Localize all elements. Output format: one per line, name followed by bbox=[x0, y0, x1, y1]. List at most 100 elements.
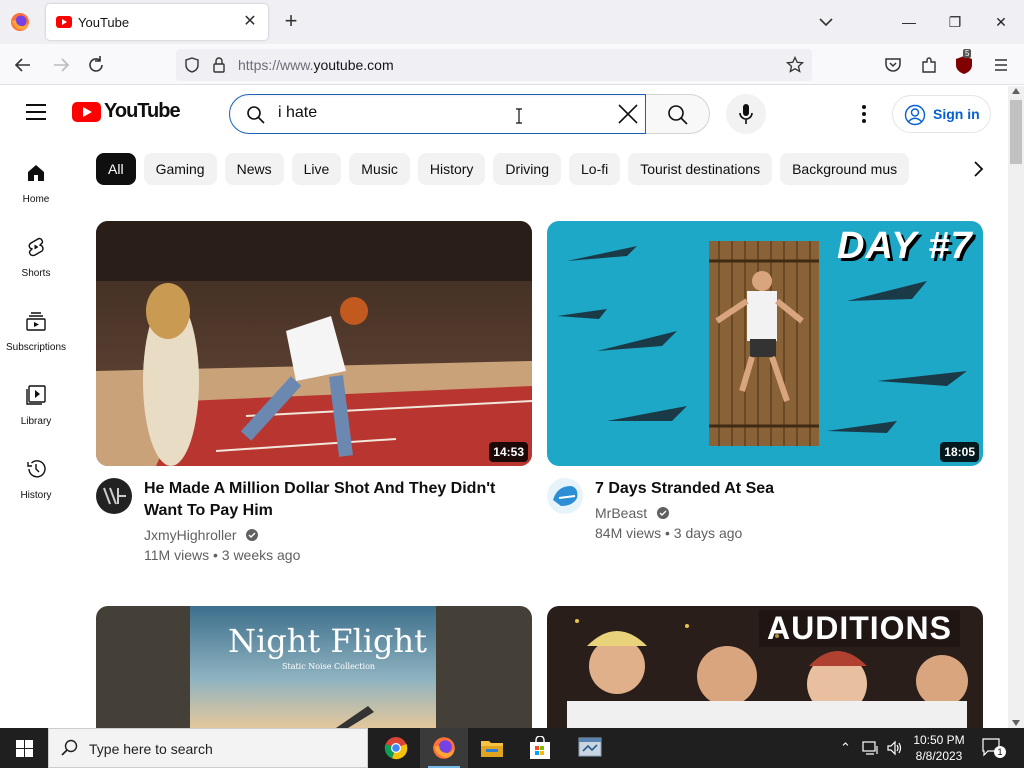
browser-tab-strip: YouTube ✕ + — ❐ ✕ bbox=[0, 0, 1024, 44]
sidebar-item-home[interactable]: Home bbox=[0, 142, 72, 216]
list-all-tabs-icon[interactable] bbox=[816, 12, 836, 32]
search-input[interactable]: i hate bbox=[229, 94, 646, 134]
clock-time: 10:50 PM bbox=[913, 733, 965, 747]
chip-history[interactable]: History bbox=[417, 153, 486, 185]
close-window-button[interactable]: ✕ bbox=[978, 6, 1024, 38]
url-text[interactable]: https://www.youtube.com bbox=[238, 57, 394, 73]
video-duration: 18:05 bbox=[940, 442, 979, 462]
address-bar[interactable]: https://www.youtube.com bbox=[176, 49, 812, 81]
video-thumbnail[interactable]: DAY #7 18:05 bbox=[547, 221, 983, 466]
video-metadata: 11M views • 3 weeks ago bbox=[144, 547, 301, 563]
app-menu-icon[interactable] bbox=[990, 54, 1012, 76]
firefox-logo-icon[interactable] bbox=[10, 12, 30, 32]
folder-icon bbox=[481, 741, 503, 757]
chip-news[interactable]: News bbox=[224, 153, 284, 185]
verified-badge-icon bbox=[657, 507, 670, 519]
verified-badge-icon bbox=[246, 529, 259, 541]
back-arrow-icon[interactable] bbox=[12, 54, 34, 76]
volume-icon[interactable] bbox=[886, 740, 904, 756]
sidebar-item-subscriptions[interactable]: Subscriptions bbox=[0, 290, 72, 364]
taskbar-clock[interactable]: 10:50 PM 8/8/2023 bbox=[904, 732, 974, 764]
channel-name[interactable]: MrBeast bbox=[595, 505, 670, 521]
history-icon bbox=[27, 460, 46, 478]
notification-count: 1 bbox=[994, 746, 1006, 758]
taskbar-app-chrome[interactable] bbox=[372, 728, 420, 768]
sidebar-item-label: Library bbox=[20, 416, 52, 427]
sidebar-item-library[interactable]: Library bbox=[0, 364, 72, 438]
show-hidden-icons-icon[interactable]: ⌃ bbox=[840, 740, 851, 756]
new-tab-button[interactable]: + bbox=[280, 10, 302, 34]
reload-icon[interactable] bbox=[85, 54, 107, 76]
channel-avatar[interactable] bbox=[547, 478, 583, 514]
chip-fade-overlay bbox=[920, 153, 966, 185]
chip-driving[interactable]: Driving bbox=[493, 153, 561, 185]
firefox-taskbar-icon bbox=[433, 737, 455, 759]
sidebar-item-history[interactable]: History bbox=[0, 438, 72, 512]
video-title[interactable]: He Made A Million Dollar Shot And They D… bbox=[144, 478, 524, 522]
bookmark-star-icon[interactable] bbox=[786, 56, 804, 74]
pocket-icon[interactable] bbox=[882, 54, 904, 76]
chip-music[interactable]: Music bbox=[349, 153, 410, 185]
ublock-extension-button[interactable]: 5 bbox=[955, 49, 973, 75]
sidebar-item-label: History bbox=[20, 490, 52, 501]
chevron-right-icon[interactable] bbox=[966, 157, 990, 181]
video-thumbnail[interactable]: Night Flight Static Noise Collection bbox=[96, 606, 532, 728]
taskbar-app-file-explorer[interactable] bbox=[468, 728, 516, 768]
scrollbar-thumb[interactable] bbox=[1010, 100, 1022, 164]
taskbar-search-icon bbox=[61, 739, 78, 756]
settings-more-icon[interactable] bbox=[852, 102, 876, 126]
chip-all[interactable]: All bbox=[96, 153, 136, 185]
chip-gaming[interactable]: Gaming bbox=[143, 153, 217, 185]
network-icon[interactable] bbox=[862, 740, 880, 756]
search-query-text: i hate bbox=[278, 104, 318, 121]
lock-icon[interactable] bbox=[212, 56, 226, 74]
action-center-button[interactable]: 1 bbox=[982, 738, 1006, 758]
thumbnail-overlay-text: AUDITIONS bbox=[759, 610, 960, 647]
close-tab-icon[interactable]: ✕ bbox=[240, 12, 260, 32]
extension-badge-count: 5 bbox=[963, 49, 972, 58]
sidebar-item-shorts[interactable]: Shorts bbox=[0, 216, 72, 290]
video-title[interactable]: 7 Days Stranded At Sea bbox=[595, 478, 975, 500]
youtube-play-logo-icon bbox=[72, 102, 101, 122]
taskbar-app-store[interactable] bbox=[516, 728, 564, 768]
subscriptions-icon bbox=[26, 312, 46, 331]
clear-search-icon[interactable] bbox=[615, 101, 641, 127]
app-window-icon bbox=[578, 737, 602, 757]
scroll-down-arrow-icon[interactable] bbox=[1012, 720, 1020, 726]
extensions-puzzle-icon[interactable] bbox=[918, 54, 940, 76]
chip-tourist-destinations[interactable]: Tourist destinations bbox=[628, 153, 773, 185]
video-thumbnail[interactable]: AUDITIONS bbox=[547, 606, 983, 728]
browser-nav-bar: https://www.youtube.com 5 bbox=[0, 44, 1024, 85]
screen: YouTube ✕ + — ❐ ✕ https://www.youtube.co… bbox=[0, 0, 1024, 768]
thumbnail-title-text: Night Flight bbox=[228, 622, 427, 660]
video-duration: 14:53 bbox=[489, 442, 528, 462]
chip-live[interactable]: Live bbox=[291, 153, 342, 185]
channel-name-text: MrBeast bbox=[595, 505, 648, 521]
taskbar-app-firefox[interactable] bbox=[420, 728, 468, 768]
taskbar-search-input[interactable]: Type here to search bbox=[48, 728, 368, 768]
chip-lofi[interactable]: Lo-fi bbox=[569, 153, 621, 185]
start-button[interactable] bbox=[0, 728, 48, 768]
search-button[interactable] bbox=[646, 94, 710, 134]
filter-chip-bar: All Gaming News Live Music History Driving Lo-f… bbox=[96, 153, 966, 185]
url-prefix: https://www. bbox=[238, 57, 314, 73]
channel-name[interactable]: JxmyHighroller bbox=[144, 527, 259, 543]
clock-date: 8/8/2023 bbox=[915, 749, 963, 763]
tracking-shield-icon[interactable] bbox=[184, 57, 200, 73]
browser-tab-youtube[interactable]: YouTube ✕ bbox=[46, 4, 268, 40]
maximize-window-button[interactable]: ❐ bbox=[932, 6, 978, 38]
taskbar-app-window[interactable] bbox=[566, 728, 614, 768]
page-scrollbar[interactable] bbox=[1008, 86, 1024, 728]
guide-menu-icon[interactable] bbox=[26, 104, 46, 120]
voice-search-button[interactable] bbox=[726, 94, 766, 134]
channel-name-text: JxmyHighroller bbox=[144, 527, 237, 543]
scroll-up-arrow-icon[interactable] bbox=[1012, 88, 1020, 94]
sign-in-button[interactable]: Sign in bbox=[892, 95, 991, 133]
video-thumbnail[interactable]: 14:53 bbox=[96, 221, 532, 466]
forward-arrow-icon[interactable] bbox=[50, 54, 72, 76]
search-icon bbox=[247, 106, 265, 124]
channel-avatar[interactable] bbox=[96, 478, 132, 514]
text-cursor-icon bbox=[516, 108, 522, 124]
minimize-window-button[interactable]: — bbox=[886, 6, 932, 38]
chip-background-music[interactable]: Background mus bbox=[780, 153, 910, 185]
